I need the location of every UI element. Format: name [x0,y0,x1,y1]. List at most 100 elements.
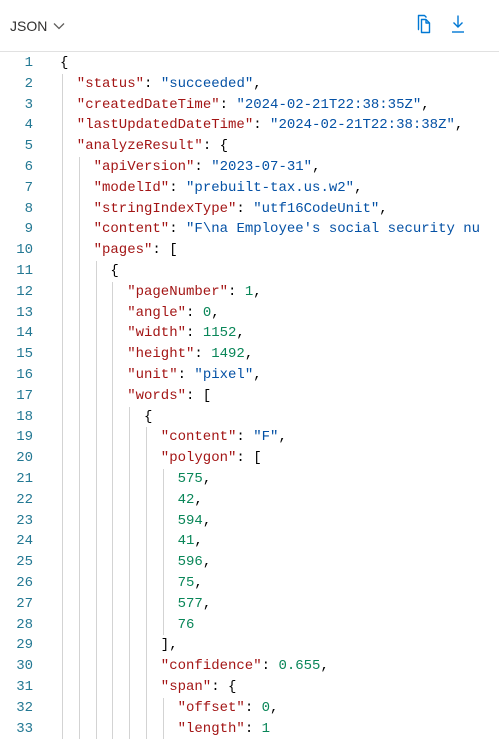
json-string: "succeeded" [160,75,254,92]
code-text: "polygon": [ [161,448,262,469]
json-key: "createdDateTime" [76,96,220,113]
code-text: "pages": [ [94,240,178,261]
indent-guide [162,469,164,636]
json-number: 0 [202,304,212,321]
code-line: 4 "lastUpdatedDateTime": "2024-02-21T22:3… [0,115,499,136]
copy-button[interactable] [411,12,437,40]
json-punctuation: , [194,575,203,591]
code-line: 22 42, [0,490,499,511]
code-line: 15 "height": 1492, [0,344,499,365]
code-text: "offset": 0, [178,698,279,719]
code-line: 8 "stringIndexType": "utf16CodeUnit", [0,199,499,220]
line-number: 27 [16,595,33,612]
json-punctuation: { [60,55,69,71]
json-punctuation: , [421,96,430,113]
line-number: 1 [24,55,33,71]
line-number: 22 [16,491,33,508]
json-number: 76 [177,616,195,633]
line-number: 11 [16,263,33,279]
code-text: "angle": 0, [127,303,219,324]
json-punctuation: , [278,429,287,446]
json-punctuation: : [ [236,450,262,467]
json-punctuation: : [ [186,387,212,404]
json-key: "polygon" [160,450,237,467]
line-number: 12 [16,283,33,300]
json-key: "confidence" [160,658,262,675]
json-number: 577 [177,595,203,612]
line-number: 6 [24,159,33,175]
code-text: "content": "F", [161,427,287,448]
code-text: "confidence": 0.655, [161,656,329,677]
code-text: "length": 1 [178,719,270,740]
json-number: 575 [177,471,203,487]
json-string: "utf16CodeUnit" [253,200,380,217]
json-punctuation: { [144,408,153,425]
code-text: "height": 1492, [127,344,253,365]
line-number: 24 [16,533,33,550]
code-text: "apiVersion": "2023-07-31", [94,157,321,178]
json-punctuation: : [169,221,187,238]
json-punctuation: : [194,346,212,363]
json-punctuation: , [253,367,262,383]
code-text: "createdDateTime": "2024-02-21T22:38:35Z… [77,95,430,116]
format-dropdown[interactable]: JSON [10,14,65,38]
json-key: "length" [177,720,245,737]
code-text: "span": { [161,677,237,698]
json-punctuation: : { [211,679,237,695]
json-key: "analyzeResult" [76,138,203,155]
json-number: 1 [244,283,254,300]
code-text: 596, [178,552,212,573]
json-key: "unit" [127,367,178,383]
json-punctuation: : [244,720,262,737]
json-punctuation: : { [202,138,229,155]
download-button[interactable] [445,12,471,40]
line-number: 29 [16,637,33,654]
json-punctuation: , [202,471,212,487]
code-text: "status": "succeeded", [77,74,262,95]
line-number: 13 [16,304,33,321]
indent-guide [129,406,131,740]
json-punctuation: { [110,263,119,279]
code-line: 5 "analyzeResult": { [0,136,499,157]
line-number: 5 [24,138,33,155]
code-line: 3 "createdDateTime": "2024-02-21T22:38:35… [0,95,499,116]
code-line: 24 41, [0,531,499,552]
code-line: 28 76 [0,615,499,636]
code-text: ], [161,635,178,656]
json-key: "status" [76,75,145,92]
format-label: JSON [10,18,48,34]
json-code-editor[interactable]: 1{2 "status": "succeeded", 3 "createdDateTi… [0,52,499,743]
line-number: 7 [24,179,33,196]
code-line: 16 "unit": "pixel", [0,365,499,386]
code-line: 25 596, [0,552,499,573]
code-text: "width": 1152, [127,323,245,344]
code-line: 1{ [0,53,499,74]
code-line: 14 "width": 1152, [0,323,499,344]
code-line: 6 "apiVersion": "2023-07-31", [0,157,499,178]
line-number: 25 [16,554,33,571]
json-punctuation: , [194,533,203,550]
json-punctuation: , [253,75,262,92]
json-string: "2023-07-31" [211,159,313,175]
json-punctuation: : [228,283,245,300]
code-line: 12 "pageNumber": 1, [0,282,499,303]
line-number: 15 [16,346,33,363]
download-icon [450,14,466,39]
indent-guide [62,73,63,740]
json-number: 0.655 [278,658,321,675]
code-text: 41, [178,531,203,552]
json-number: 1492 [211,346,245,363]
code-text: 75, [178,573,203,594]
code-line: 21 575, [0,469,499,490]
code-line: 19 "content": "F", [0,427,499,448]
code-line: 17 "words": [ [0,386,499,407]
json-key: "content" [93,221,170,238]
line-number: 10 [16,242,33,259]
json-key: "lastUpdatedDateTime" [76,117,254,134]
json-punctuation: , [202,512,212,529]
json-number: 1 [261,720,271,737]
line-number: 16 [16,367,33,383]
code-text: "words": [ [127,386,211,407]
code-text: 76 [178,615,195,636]
json-number: 1152 [202,325,237,342]
